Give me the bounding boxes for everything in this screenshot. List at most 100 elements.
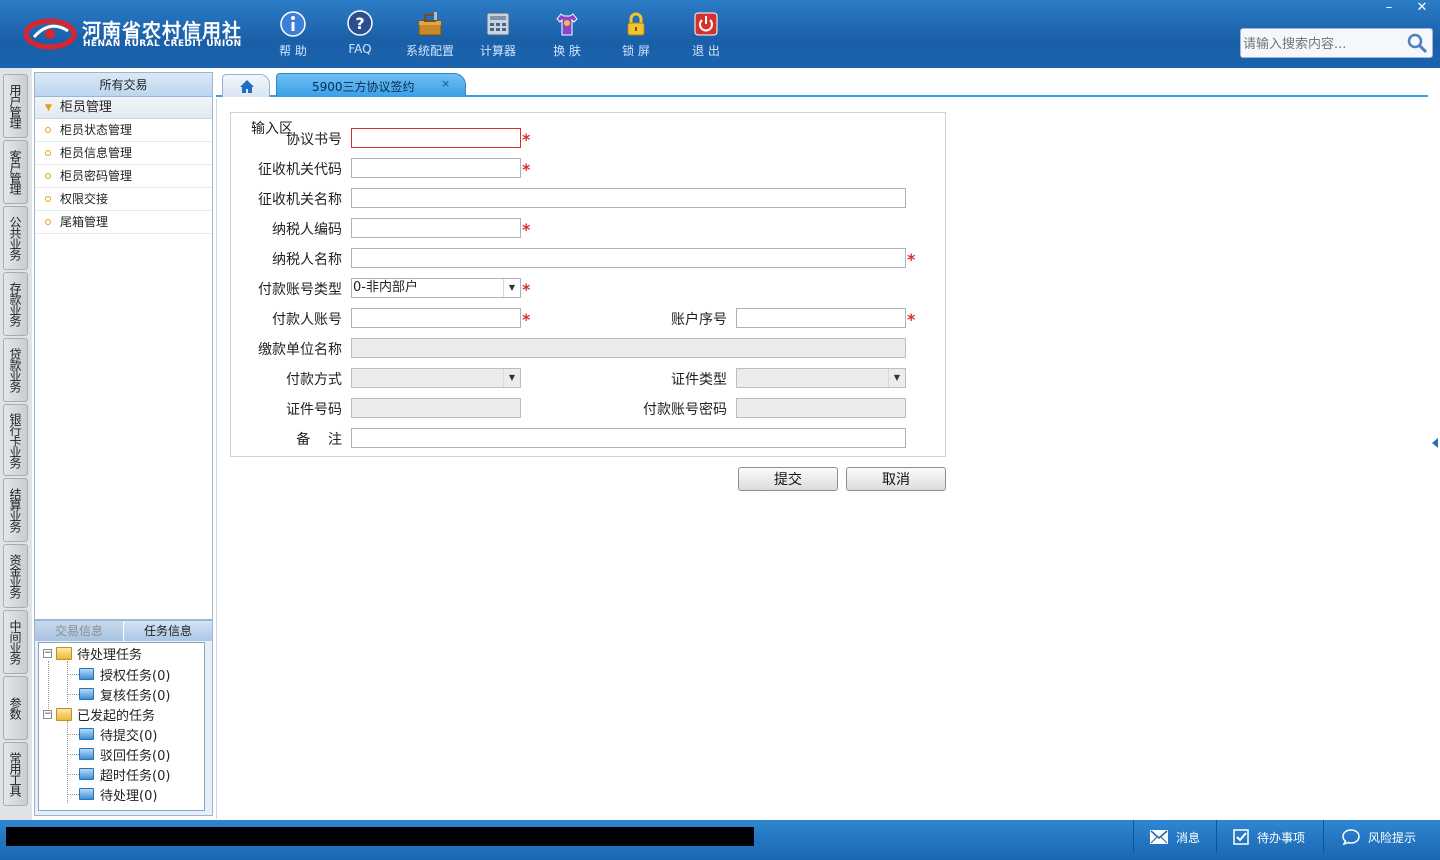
bullet-icon — [45, 196, 51, 202]
tree-node-label: 驳回任务(0) — [100, 748, 171, 764]
tree-node-label: 待处理(0) — [100, 788, 158, 804]
account-seq-input[interactable] — [736, 308, 906, 328]
menu-item-teller-info[interactable]: 柜员信息管理 — [35, 142, 212, 165]
vtab-bank-card-business[interactable]: 银行卡业务 — [3, 404, 28, 476]
taxpayer-name-label: 纳税人名称 — [272, 252, 342, 268]
vtab-parameters[interactable]: 参数 — [3, 676, 28, 740]
id-type-label: 证件类型 — [671, 372, 727, 388]
menu-group-label: 柜员管理 — [59, 99, 112, 115]
submit-button[interactable]: 提交 — [738, 467, 838, 491]
app-header: 河南省农村信用社 HENAN RURAL CREDIT UNION 帮 助 ? … — [0, 0, 1440, 68]
tree-node-authorize-tasks[interactable]: 授权任务(0) — [79, 664, 170, 684]
todo-button[interactable]: 待办事项 — [1233, 826, 1305, 848]
folder-open-icon — [56, 707, 72, 721]
tree-node-pending-tasks[interactable]: − 待处理任务 — [43, 643, 142, 663]
help-label: 帮 助 — [279, 44, 307, 58]
vtab-fund-business[interactable]: 资金业务 — [3, 544, 28, 608]
agreement-no-input[interactable] — [351, 128, 521, 148]
tree-node-label: 待提交(0) — [100, 728, 158, 744]
tab-task-info[interactable]: 任务信息 — [124, 621, 212, 641]
task-tree: − 待处理任务 授权任务(0) 复核任务(0) − 已发起的任务 待提交(0) … — [38, 642, 205, 811]
messages-button[interactable]: 消息 — [1150, 826, 1200, 848]
menu-item-teller-password[interactable]: 柜员密码管理 — [35, 165, 212, 188]
status-message — [6, 827, 754, 846]
vtab-user-management[interactable]: 用户管理 — [3, 74, 28, 138]
folder-icon — [79, 668, 94, 680]
taxpayer-code-input[interactable] — [351, 218, 521, 238]
calculator-icon — [486, 12, 510, 36]
vtab-common-tools[interactable]: 常用工具 — [3, 742, 28, 806]
shirt-icon — [556, 13, 578, 36]
calculator-label: 计算器 — [479, 44, 516, 58]
collapse-panel-handle[interactable] — [1428, 420, 1440, 470]
menu-item-label: 柜员密码管理 — [60, 168, 133, 183]
menu-item-label: 权限交接 — [60, 191, 109, 206]
tab-home[interactable] — [222, 74, 270, 97]
tree-node-rejected-tasks[interactable]: 驳回任务(0) — [79, 744, 170, 764]
system-config-button[interactable]: 系统配置 — [399, 8, 461, 63]
lock-icon — [627, 12, 645, 36]
taxpayer-name-input[interactable] — [351, 248, 906, 268]
menu-group-teller-management[interactable]: ▼ 柜员管理 — [35, 97, 212, 119]
tree-node-to-submit[interactable]: 待提交(0) — [79, 724, 157, 744]
agreement-no-label: 协议书号 — [286, 132, 342, 148]
close-window-button[interactable]: ✕ — [1405, 0, 1439, 18]
help-button[interactable]: 帮 助 — [262, 8, 324, 63]
menu-item-teller-status[interactable]: 柜员状态管理 — [35, 119, 212, 142]
remark-input[interactable] — [351, 428, 906, 448]
search-input[interactable] — [1243, 33, 1403, 55]
tax-office-code-input[interactable] — [351, 158, 521, 178]
tree-node-initiated-tasks[interactable]: − 已发起的任务 — [43, 704, 155, 724]
lock-screen-button[interactable]: 锁 屏 — [605, 8, 667, 63]
dropdown-arrow-icon: ▼ — [503, 279, 520, 297]
tree-node-to-process[interactable]: 待处理(0) — [79, 784, 157, 804]
main-content: 输入区 协议书号 * 征收机关代码 * 征收机关名称 纳税人编码 * 纳税人名称… — [216, 99, 1428, 819]
module-tabs: 用户管理 客户管理 公共业务 存款业务 贷款业务 银行卡业务 结算业务 资金业务… — [0, 68, 32, 820]
tree-node-label: 已发起的任务 — [77, 708, 156, 724]
vtab-settlement-business[interactable]: 结算业务 — [3, 478, 28, 542]
tab-close-icon[interactable]: × — [441, 77, 450, 90]
bullet-icon — [45, 173, 51, 179]
tab-tripartite-agreement[interactable]: 5900三方协议签约 × — [276, 73, 466, 97]
required-mark: * — [522, 220, 531, 239]
vtab-deposit-business[interactable]: 存款业务 — [3, 272, 28, 336]
id-number-input — [351, 398, 521, 418]
payer-account-type-select[interactable]: 0-非内部户 ▼ — [351, 278, 521, 298]
menu-header: 所有交易 — [35, 73, 212, 97]
calculator-button[interactable]: 计算器 — [467, 8, 529, 63]
required-mark: * — [522, 280, 531, 299]
tax-office-name-input[interactable] — [351, 188, 906, 208]
dropdown-arrow-icon: ▼ — [888, 369, 905, 387]
vtab-loan-business[interactable]: 贷款业务 — [3, 338, 28, 402]
payer-account-input[interactable] — [351, 308, 521, 328]
tax-office-name-label: 征收机关名称 — [258, 192, 342, 208]
faq-button[interactable]: ? FAQ — [329, 8, 391, 63]
collapse-icon[interactable]: − — [43, 709, 52, 719]
minimize-button[interactable]: – — [1372, 0, 1406, 18]
svg-text:?: ? — [355, 14, 364, 33]
required-mark: * — [907, 310, 916, 329]
dropdown-arrow-icon: ▼ — [503, 369, 520, 387]
exit-button[interactable]: 退 出 — [675, 8, 737, 63]
logo-mark-icon — [24, 18, 77, 50]
vtab-customer-management[interactable]: 客户管理 — [3, 140, 28, 204]
account-password-label: 付款账号密码 — [643, 402, 727, 418]
tree-node-timeout-tasks[interactable]: 超时任务(0) — [79, 764, 170, 784]
taxpayer-code-label: 纳税人编码 — [272, 222, 342, 238]
tree-node-review-tasks[interactable]: 复核任务(0) — [79, 684, 170, 704]
collapse-icon[interactable]: − — [43, 648, 52, 658]
vtab-public-business[interactable]: 公共业务 — [3, 206, 28, 270]
search-icon[interactable] — [1406, 32, 1428, 54]
change-skin-button[interactable]: 换 肤 — [536, 8, 598, 63]
folder-open-icon — [56, 646, 72, 660]
messages-label: 消息 — [1176, 830, 1201, 845]
tab-transaction-info[interactable]: 交易信息 — [35, 621, 124, 641]
risk-alert-button[interactable]: 风险提示 — [1342, 826, 1416, 848]
menu-item-permission-handover[interactable]: 权限交接 — [35, 188, 212, 211]
logo: 河南省农村信用社 HENAN RURAL CREDIT UNION — [24, 14, 241, 54]
mail-icon — [1150, 830, 1168, 844]
vtab-intermediary-business[interactable]: 中间业务 — [3, 610, 28, 674]
cancel-button[interactable]: 取消 — [846, 467, 946, 491]
menu-item-cash-box[interactable]: 尾箱管理 — [35, 211, 212, 234]
input-area: 输入区 协议书号 * 征收机关代码 * 征收机关名称 纳税人编码 * 纳税人名称… — [230, 112, 946, 457]
